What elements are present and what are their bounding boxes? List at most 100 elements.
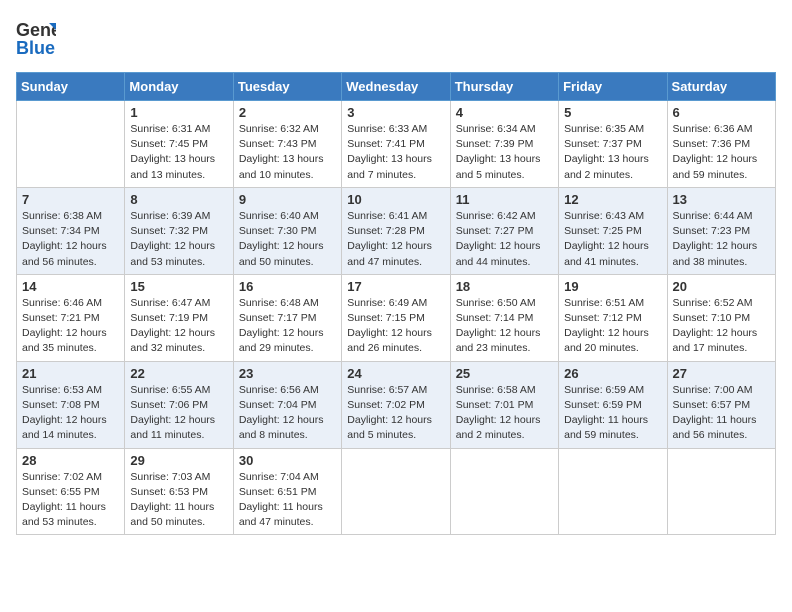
- calendar-cell: 23 Sunrise: 6:56 AMSunset: 7:04 PMDayligh…: [233, 361, 341, 448]
- calendar-week-row: 7 Sunrise: 6:38 AMSunset: 7:34 PMDaylight…: [17, 187, 776, 274]
- calendar-week-row: 28 Sunrise: 7:02 AMSunset: 6:55 PMDayligh…: [17, 448, 776, 535]
- day-info: Sunrise: 7:02 AMSunset: 6:55 PMDaylight:…: [22, 470, 119, 531]
- day-number: 6: [673, 105, 770, 120]
- calendar-cell: 19Sunrise: 6:51 AMSunset: 7:12 PMDayligh…: [559, 274, 667, 361]
- calendar-cell: 20 Sunrise: 6:52 AMSunset: 7:10 PMDayligh…: [667, 274, 775, 361]
- day-info: Sunrise: 6:32 AMSunset: 7:43 PMDaylight:…: [239, 122, 336, 183]
- calendar-cell: 3 Sunrise: 6:33 AMSunset: 7:41 PMDaylight…: [342, 101, 450, 188]
- calendar-cell: 25 Sunrise: 6:58 AMSunset: 7:01 PMDayligh…: [450, 361, 558, 448]
- day-number: 5: [564, 105, 661, 120]
- day-info: Sunrise: 6:38 AMSunset: 7:34 PMDaylight:…: [22, 209, 119, 270]
- day-number: 12: [564, 192, 661, 207]
- day-info: Sunrise: 6:42 AMSunset: 7:27 PMDaylight:…: [456, 209, 553, 270]
- weekday-header-tuesday: Tuesday: [233, 73, 341, 101]
- weekday-header-friday: Friday: [559, 73, 667, 101]
- day-number: 30: [239, 453, 336, 468]
- day-info: Sunrise: 6:48 AMSunset: 7:17 PMDaylight:…: [239, 296, 336, 357]
- day-info: Sunrise: 7:00 AMSunset: 6:57 PMDaylight:…: [673, 383, 770, 444]
- calendar-cell: [667, 448, 775, 535]
- calendar-cell: 5 Sunrise: 6:35 AMSunset: 7:37 PMDaylight…: [559, 101, 667, 188]
- day-number: 26: [564, 366, 661, 381]
- calendar-cell: 21 Sunrise: 6:53 AMSunset: 7:08 PMDayligh…: [17, 361, 125, 448]
- calendar-cell: [17, 101, 125, 188]
- day-info: Sunrise: 6:36 AMSunset: 7:36 PMDaylight:…: [673, 122, 770, 183]
- day-info: Sunrise: 6:44 AMSunset: 7:23 PMDaylight:…: [673, 209, 770, 270]
- day-info: Sunrise: 6:39 AMSunset: 7:32 PMDaylight:…: [130, 209, 227, 270]
- calendar-cell: 27 Sunrise: 7:00 AMSunset: 6:57 PMDayligh…: [667, 361, 775, 448]
- day-info: Sunrise: 6:49 AMSunset: 7:15 PMDaylight:…: [347, 296, 444, 357]
- day-number: 4: [456, 105, 553, 120]
- day-number: 28: [22, 453, 119, 468]
- calendar-cell: 18 Sunrise: 6:50 AMSunset: 7:14 PMDayligh…: [450, 274, 558, 361]
- day-number: 15: [130, 279, 227, 294]
- calendar-cell: 14 Sunrise: 6:46 AMSunset: 7:21 PMDayligh…: [17, 274, 125, 361]
- day-info: Sunrise: 7:03 AMSunset: 6:53 PMDaylight:…: [130, 470, 227, 531]
- calendar-cell: 22 Sunrise: 6:55 AMSunset: 7:06 PMDayligh…: [125, 361, 233, 448]
- day-number: 9: [239, 192, 336, 207]
- day-info: Sunrise: 6:47 AMSunset: 7:19 PMDaylight:…: [130, 296, 227, 357]
- day-info: Sunrise: 6:34 AMSunset: 7:39 PMDaylight:…: [456, 122, 553, 183]
- calendar-cell: 11 Sunrise: 6:42 AMSunset: 7:27 PMDayligh…: [450, 187, 558, 274]
- weekday-header-thursday: Thursday: [450, 73, 558, 101]
- calendar-cell: 2Sunrise: 6:32 AMSunset: 7:43 PMDaylight…: [233, 101, 341, 188]
- calendar-cell: 30 Sunrise: 7:04 AMSunset: 6:51 PMDayligh…: [233, 448, 341, 535]
- calendar-cell: 10Sunrise: 6:41 AMSunset: 7:28 PMDayligh…: [342, 187, 450, 274]
- day-number: 29: [130, 453, 227, 468]
- calendar-cell: 13Sunrise: 6:44 AMSunset: 7:23 PMDayligh…: [667, 187, 775, 274]
- day-number: 25: [456, 366, 553, 381]
- day-info: Sunrise: 6:55 AMSunset: 7:06 PMDaylight:…: [130, 383, 227, 444]
- day-info: Sunrise: 6:33 AMSunset: 7:41 PMDaylight:…: [347, 122, 444, 183]
- day-number: 18: [456, 279, 553, 294]
- weekday-header-monday: Monday: [125, 73, 233, 101]
- day-info: Sunrise: 6:52 AMSunset: 7:10 PMDaylight:…: [673, 296, 770, 357]
- day-number: 23: [239, 366, 336, 381]
- day-info: Sunrise: 6:35 AMSunset: 7:37 PMDaylight:…: [564, 122, 661, 183]
- day-number: 8: [130, 192, 227, 207]
- day-number: 10: [347, 192, 444, 207]
- calendar-cell: 17 Sunrise: 6:49 AMSunset: 7:15 PMDayligh…: [342, 274, 450, 361]
- calendar-cell: 26 Sunrise: 6:59 AMSunset: 6:59 PMDayligh…: [559, 361, 667, 448]
- calendar-cell: 28 Sunrise: 7:02 AMSunset: 6:55 PMDayligh…: [17, 448, 125, 535]
- calendar-cell: 7 Sunrise: 6:38 AMSunset: 7:34 PMDaylight…: [17, 187, 125, 274]
- calendar-week-row: 21 Sunrise: 6:53 AMSunset: 7:08 PMDayligh…: [17, 361, 776, 448]
- day-number: 22: [130, 366, 227, 381]
- calendar-cell: 29 Sunrise: 7:03 AMSunset: 6:53 PMDayligh…: [125, 448, 233, 535]
- page-header: General Blue: [16, 16, 776, 60]
- logo: General Blue: [16, 16, 56, 60]
- calendar-cell: 6 Sunrise: 6:36 AMSunset: 7:36 PMDaylight…: [667, 101, 775, 188]
- day-number: 20: [673, 279, 770, 294]
- calendar-cell: 15 Sunrise: 6:47 AMSunset: 7:19 PMDayligh…: [125, 274, 233, 361]
- svg-text:Blue: Blue: [16, 38, 55, 58]
- day-number: 17: [347, 279, 444, 294]
- day-number: 27: [673, 366, 770, 381]
- day-info: Sunrise: 6:56 AMSunset: 7:04 PMDaylight:…: [239, 383, 336, 444]
- day-info: Sunrise: 6:57 AMSunset: 7:02 PMDaylight:…: [347, 383, 444, 444]
- day-info: Sunrise: 6:58 AMSunset: 7:01 PMDaylight:…: [456, 383, 553, 444]
- day-info: Sunrise: 6:59 AMSunset: 6:59 PMDaylight:…: [564, 383, 661, 444]
- day-number: 3: [347, 105, 444, 120]
- calendar-cell: 8 Sunrise: 6:39 AMSunset: 7:32 PMDaylight…: [125, 187, 233, 274]
- day-number: 21: [22, 366, 119, 381]
- weekday-header-wednesday: Wednesday: [342, 73, 450, 101]
- logo-icon: General Blue: [16, 16, 56, 60]
- calendar-cell: 1Sunrise: 6:31 AMSunset: 7:45 PMDaylight…: [125, 101, 233, 188]
- day-number: 24: [347, 366, 444, 381]
- weekday-header-sunday: Sunday: [17, 73, 125, 101]
- calendar-week-row: 14 Sunrise: 6:46 AMSunset: 7:21 PMDayligh…: [17, 274, 776, 361]
- day-info: Sunrise: 6:53 AMSunset: 7:08 PMDaylight:…: [22, 383, 119, 444]
- day-number: 11: [456, 192, 553, 207]
- day-info: Sunrise: 6:31 AMSunset: 7:45 PMDaylight:…: [130, 122, 227, 183]
- day-info: Sunrise: 7:04 AMSunset: 6:51 PMDaylight:…: [239, 470, 336, 531]
- day-number: 16: [239, 279, 336, 294]
- day-number: 7: [22, 192, 119, 207]
- calendar-cell: 4 Sunrise: 6:34 AMSunset: 7:39 PMDaylight…: [450, 101, 558, 188]
- day-info: Sunrise: 6:50 AMSunset: 7:14 PMDaylight:…: [456, 296, 553, 357]
- calendar-cell: [450, 448, 558, 535]
- calendar-cell: [342, 448, 450, 535]
- day-number: 14: [22, 279, 119, 294]
- calendar-cell: 16 Sunrise: 6:48 AMSunset: 7:17 PMDayligh…: [233, 274, 341, 361]
- day-number: 19: [564, 279, 661, 294]
- day-info: Sunrise: 6:46 AMSunset: 7:21 PMDaylight:…: [22, 296, 119, 357]
- weekday-header-saturday: Saturday: [667, 73, 775, 101]
- day-info: Sunrise: 6:43 AMSunset: 7:25 PMDaylight:…: [564, 209, 661, 270]
